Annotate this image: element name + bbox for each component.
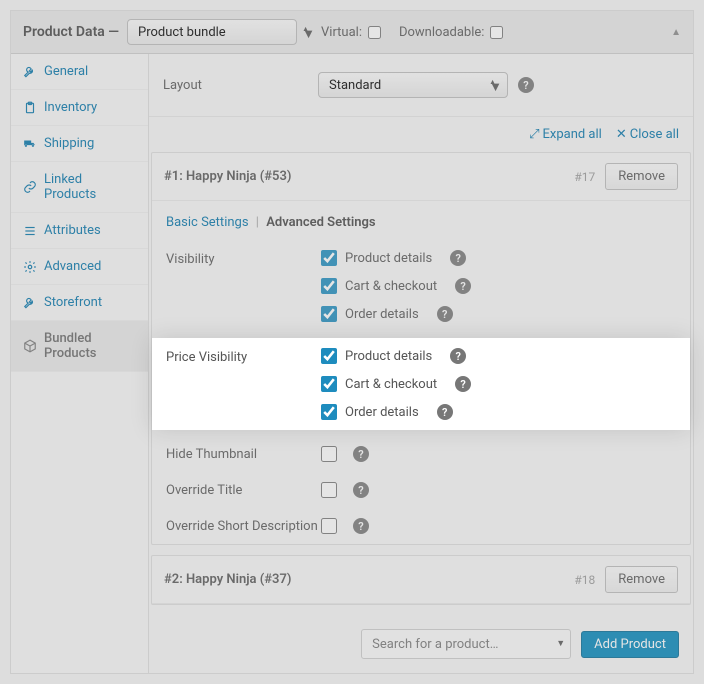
help-icon[interactable]: ?: [518, 77, 534, 93]
subtab-advanced-settings[interactable]: Advanced Settings: [266, 215, 375, 230]
help-icon[interactable]: ?: [353, 482, 369, 498]
close-icon: ✕: [616, 127, 627, 142]
downloadable-toggle[interactable]: Downloadable:: [399, 25, 503, 40]
layout-row: Layout Standard ▲▼ ?: [149, 54, 693, 117]
clipboard-icon: [23, 101, 37, 115]
bundled-item: #1: Happy Ninja (#53) #17 Remove Basic S…: [151, 152, 691, 545]
sidebar-item-linked-products[interactable]: Linked Products: [11, 162, 148, 213]
override-title-row: Override Title ?: [152, 472, 690, 508]
item-order: #18: [574, 573, 595, 587]
panel-title: Product Data —: [23, 24, 119, 40]
wrench-icon: [23, 296, 37, 310]
expand-icon: ⤢: [529, 127, 539, 142]
expand-all-link[interactable]: ⤢ Expand all: [529, 127, 602, 142]
truck-icon: [23, 137, 37, 151]
bundled-item: #2: Happy Ninja (#37) #18 Remove: [151, 555, 691, 605]
help-icon[interactable]: ?: [455, 278, 471, 294]
help-icon[interactable]: ?: [437, 306, 453, 322]
product-search-input[interactable]: [361, 629, 571, 659]
help-icon[interactable]: ?: [353, 518, 369, 534]
virtual-toggle[interactable]: Virtual:: [321, 25, 381, 40]
visibility-label: Visibility: [166, 250, 321, 322]
price-visibility-cart-checkout[interactable]: Cart & checkout?: [321, 376, 471, 392]
visibility-cart-checkout[interactable]: Cart & checkout?: [321, 278, 471, 294]
layout-label: Layout: [163, 78, 318, 93]
help-icon[interactable]: ?: [437, 404, 453, 420]
item-title: #2: Happy Ninja (#37): [164, 572, 291, 587]
remove-button[interactable]: Remove: [605, 566, 678, 593]
visibility-group: Visibility Product details? Cart & check…: [152, 240, 690, 332]
add-product-button[interactable]: Add Product: [581, 631, 679, 658]
override-title-checkbox[interactable]: [321, 482, 337, 498]
panel-header: Product Data — Product bundle ▲▼ Virtual…: [11, 11, 693, 54]
sidebar-item-general[interactable]: General: [11, 54, 148, 90]
visibility-product-details[interactable]: Product details?: [321, 250, 471, 266]
product-type-wrap: Product bundle ▲▼: [127, 19, 321, 45]
hide-thumbnail-checkbox[interactable]: [321, 446, 337, 462]
help-icon[interactable]: ?: [450, 348, 466, 364]
price-visibility-label: Price Visibility: [166, 348, 321, 420]
sidebar-item-inventory[interactable]: Inventory: [11, 90, 148, 126]
downloadable-checkbox[interactable]: [490, 26, 503, 39]
updown-icon: ▲▼: [302, 26, 315, 38]
sidebar-item-shipping[interactable]: Shipping: [11, 126, 148, 162]
item-title: #1: Happy Ninja (#53): [164, 169, 291, 184]
wrench-icon: [23, 65, 37, 79]
remove-button[interactable]: Remove: [605, 163, 678, 190]
layout-select[interactable]: Standard: [318, 72, 508, 98]
sidebar-item-attributes[interactable]: Attributes: [11, 213, 148, 249]
subtab-basic-settings[interactable]: Basic Settings: [166, 215, 249, 230]
close-all-link[interactable]: ✕ Close all: [616, 127, 679, 142]
product-data-panel: Product Data — Product bundle ▲▼ Virtual…: [10, 10, 694, 674]
item-order: #17: [574, 170, 595, 184]
gear-icon: [23, 260, 37, 274]
sidebar-tabs: General Inventory Shipping Linked Produc…: [11, 54, 149, 673]
product-type-select[interactable]: Product bundle: [127, 19, 297, 45]
bundled-item-header[interactable]: #1: Happy Ninja (#53) #17 Remove: [152, 153, 690, 201]
help-icon[interactable]: ?: [353, 446, 369, 462]
link-icon: [23, 180, 37, 194]
list-icon: [23, 224, 37, 238]
cube-icon: [23, 339, 37, 353]
sidebar-item-advanced[interactable]: Advanced: [11, 249, 148, 285]
sidebar-item-bundled-products[interactable]: Bundled Products: [11, 321, 148, 372]
visibility-order-details[interactable]: Order details?: [321, 306, 471, 322]
price-visibility-group: Price Visibility Product details? Cart &…: [152, 338, 690, 430]
help-icon[interactable]: ?: [450, 250, 466, 266]
help-icon[interactable]: ?: [455, 376, 471, 392]
panel-content: Layout Standard ▲▼ ? ⤢ Expand all ✕ Clos…: [149, 54, 693, 673]
override-desc-row: Override Short Description ?: [152, 508, 690, 544]
sidebar-item-storefront[interactable]: Storefront: [11, 285, 148, 321]
content-footer: ▼ Add Product: [149, 615, 693, 673]
override-desc-checkbox[interactable]: [321, 518, 337, 534]
expand-collapse-tools: ⤢ Expand all ✕ Close all: [149, 117, 693, 152]
item-subtabs: Basic Settings | Advanced Settings: [152, 201, 690, 240]
price-visibility-order-details[interactable]: Order details?: [321, 404, 471, 420]
virtual-checkbox[interactable]: [368, 26, 381, 39]
hide-thumbnail-row: Hide Thumbnail ?: [152, 436, 690, 472]
price-visibility-product-details[interactable]: Product details?: [321, 348, 471, 364]
triangle-up-icon[interactable]: ▲: [671, 27, 681, 38]
